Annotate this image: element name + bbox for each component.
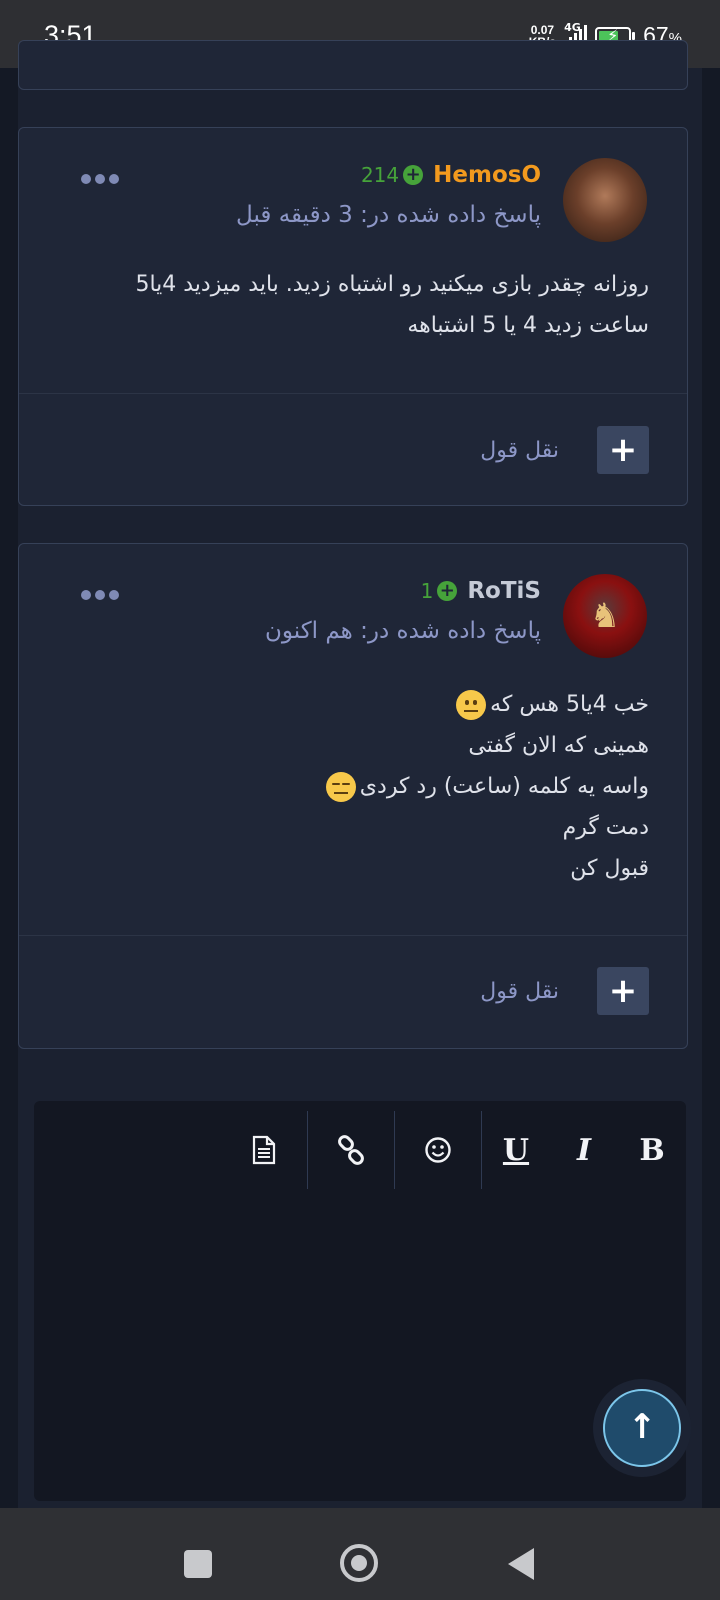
more-options-icon[interactable] (81, 590, 119, 600)
bold-button[interactable]: B (618, 1111, 686, 1189)
reputation-badge: 1 + (421, 579, 458, 603)
author-name[interactable]: HemosO (433, 162, 541, 188)
post-body: روزانه چقدر بازی میکنید رو اشتباه زدید. … (135, 272, 649, 338)
back-icon[interactable] (508, 1548, 534, 1580)
quote-label[interactable]: نقل قول (480, 979, 559, 1004)
author-name[interactable]: RoTiS (467, 578, 541, 604)
quote-add-button[interactable]: + (597, 426, 649, 474)
italic-button[interactable]: I (550, 1111, 618, 1189)
toolbar-group-document (221, 1111, 307, 1189)
toolbar-group-link (307, 1111, 394, 1189)
quote-add-button[interactable]: + (597, 967, 649, 1015)
page-margin-right (702, 68, 720, 1600)
document-icon[interactable] (221, 1111, 307, 1189)
divider (19, 393, 687, 394)
reply-editor[interactable]: U I B (34, 1101, 686, 1501)
quote-label[interactable]: نقل قول (480, 438, 559, 463)
navigation-bar (0, 1508, 720, 1600)
smiley-icon[interactable] (395, 1111, 481, 1189)
quote-row: + نقل قول (480, 426, 649, 474)
post-body: خب 4یا5 هس که همینی که الان گفتی واسه یه… (57, 684, 649, 889)
post-card: 214 + HemosO پاسخ داده شده در: 3 دقیقه ق… (18, 127, 688, 506)
page-margin-left (0, 68, 18, 1600)
home-icon[interactable] (340, 1544, 378, 1582)
post-time: پاسخ داده شده در: هم اکنون (265, 618, 541, 644)
plus-circle-icon: + (403, 165, 424, 185)
post-time: پاسخ داده شده در: 3 دقیقه قبل (236, 202, 541, 228)
previous-post-card (18, 40, 688, 90)
recent-apps-icon[interactable] (184, 1550, 212, 1578)
editor-toolbar: U I B (221, 1111, 686, 1189)
avatar[interactable]: ♞ (563, 574, 647, 658)
scroll-to-top-button[interactable]: ↑ (603, 1389, 681, 1467)
expressionless-face-emoji-icon (325, 772, 356, 802)
toolbar-group-emoji (394, 1111, 481, 1189)
neutral-face-emoji-icon (456, 690, 487, 720)
reputation-badge: 214 + (361, 163, 424, 187)
post-card: ♞ 1 + RoTiS پاسخ داده شده در: هم اکنون خ… (18, 543, 688, 1049)
underline-button[interactable]: U (482, 1111, 550, 1189)
avatar[interactable] (563, 158, 647, 242)
more-options-icon[interactable] (81, 174, 119, 184)
author-line: 1 + RoTiS (421, 578, 541, 604)
toolbar-group-format: U I B (481, 1111, 686, 1189)
author-line: 214 + HemosO (361, 162, 541, 188)
divider (19, 935, 687, 936)
plus-circle-icon: + (437, 581, 458, 601)
quote-row: + نقل قول (480, 967, 649, 1015)
link-icon[interactable] (308, 1111, 394, 1189)
